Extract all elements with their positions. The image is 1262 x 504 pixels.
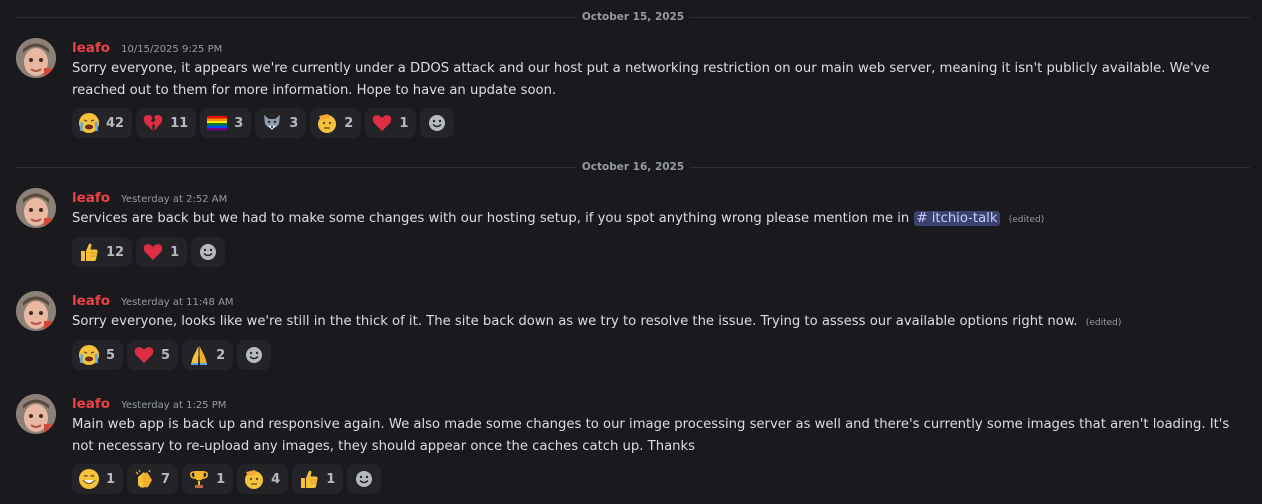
- author-name[interactable]: leafo: [72, 293, 110, 309]
- reaction-count: 5: [161, 347, 171, 363]
- avatar[interactable]: [16, 188, 56, 228]
- message-text: Sorry everyone, it appears we're current…: [72, 58, 1250, 102]
- reaction-count: 12: [106, 244, 125, 260]
- reaction-count: 3: [234, 115, 244, 131]
- add-reaction-button[interactable]: [420, 108, 455, 138]
- reaction-button[interactable]: 1: [365, 108, 417, 138]
- red-heart-icon: [143, 244, 163, 260]
- message-text: Main web app is back up and responsive a…: [72, 414, 1250, 458]
- avatar[interactable]: [16, 291, 56, 331]
- date-divider: October 15, 2025: [16, 10, 1250, 24]
- reaction-count: 1: [399, 115, 409, 131]
- saluting-face-icon: [245, 470, 264, 489]
- reaction-button[interactable]: 3: [255, 108, 307, 138]
- timestamp[interactable]: Yesterday at 1:25 PM: [121, 400, 226, 411]
- loudly-crying-face-icon: [79, 113, 99, 133]
- reaction-button[interactable]: 2: [310, 108, 362, 138]
- loudly-crying-face-icon: [79, 345, 99, 365]
- reaction-button[interactable]: 4: [237, 464, 289, 494]
- reaction-count: 2: [344, 115, 354, 131]
- add-reaction-button[interactable]: [347, 464, 382, 494]
- date-divider-label: October 15, 2025: [575, 10, 691, 24]
- timestamp[interactable]: Yesterday at 2:52 AM: [121, 194, 227, 205]
- channel-mention[interactable]: # itchio-talk: [913, 211, 1001, 226]
- red-heart-icon: [373, 115, 392, 131]
- reaction-button[interactable]: 1: [136, 237, 188, 267]
- avatar[interactable]: [16, 38, 56, 78]
- author-name[interactable]: leafo: [72, 40, 110, 56]
- reactions: 1 7 1 4 1: [72, 464, 1250, 494]
- reaction-count: 2: [216, 347, 226, 363]
- red-heart-icon: [134, 347, 154, 363]
- saluting-face-icon: [318, 114, 337, 133]
- author-name[interactable]: leafo: [72, 190, 110, 206]
- smiley-add-icon: [429, 115, 446, 131]
- smiley-add-icon: [246, 347, 263, 363]
- reactions: 12 1: [72, 237, 1250, 267]
- reaction-button[interactable]: 5: [72, 340, 124, 370]
- reaction-count: 5: [106, 347, 116, 363]
- reaction-button[interactable]: 3: [200, 108, 252, 138]
- reaction-button[interactable]: 11: [136, 108, 197, 138]
- message-body: Main web app is back up and responsive a…: [72, 417, 1230, 454]
- folded-hands-icon: [191, 346, 208, 365]
- reaction-count: 4: [271, 471, 281, 487]
- author-name[interactable]: leafo: [72, 396, 110, 412]
- reaction-button[interactable]: 1: [182, 464, 234, 494]
- reaction-count: 42: [106, 115, 125, 131]
- broken-heart-icon: [143, 115, 163, 131]
- clapping-hands-icon: [135, 469, 153, 488]
- reaction-button[interactable]: 7: [127, 464, 179, 494]
- avatar[interactable]: [16, 394, 56, 434]
- message-text: Services are back but we had to make som…: [72, 208, 1250, 231]
- smiley-add-icon: [356, 471, 373, 487]
- trophy-icon: [190, 471, 209, 488]
- reaction-button[interactable]: 2: [182, 340, 234, 370]
- reaction-button[interactable]: 1: [292, 464, 344, 494]
- thumbs-up-icon: [301, 470, 318, 488]
- reactions: 5 5 2: [72, 340, 1250, 370]
- reaction-count: 1: [326, 471, 336, 487]
- edited-label: (edited): [1008, 215, 1045, 225]
- reaction-count: 3: [289, 115, 299, 131]
- reaction-count: 7: [161, 471, 171, 487]
- reaction-count: 11: [170, 115, 189, 131]
- message-body: Sorry everyone, it appears we're current…: [72, 61, 1210, 98]
- reaction-button[interactable]: 5: [127, 340, 179, 370]
- reaction-count: 1: [170, 244, 180, 260]
- date-divider: October 16, 2025: [16, 160, 1250, 174]
- message-text: Sorry everyone, looks like we're still i…: [72, 311, 1250, 334]
- timestamp[interactable]: 10/15/2025 9:25 PM: [121, 44, 222, 55]
- smiley-add-icon: [200, 244, 217, 260]
- reaction-button[interactable]: 1: [72, 464, 124, 494]
- thumbs-up-icon: [81, 243, 98, 261]
- reaction-count: 1: [106, 471, 116, 487]
- reaction-button[interactable]: 42: [72, 108, 133, 138]
- message-body: Services are back but we had to make som…: [72, 211, 910, 226]
- rainbow-flag-icon: [207, 116, 228, 131]
- reaction-count: 1: [216, 471, 226, 487]
- grinning-face-icon: [79, 469, 99, 489]
- reactions: 42 11 3 3 2 1: [72, 108, 1250, 138]
- edited-label: (edited): [1085, 318, 1122, 328]
- wolf-icon: [264, 115, 281, 130]
- date-divider-label: October 16, 2025: [575, 160, 691, 174]
- add-reaction-button[interactable]: [237, 340, 272, 370]
- message-body: Sorry everyone, looks like we're still i…: [72, 314, 1078, 329]
- add-reaction-button[interactable]: [191, 237, 226, 267]
- chat-log: October 15, 2025 leafo 10/15/2025 9:25 P…: [0, 0, 1262, 504]
- reaction-button[interactable]: 12: [72, 237, 133, 267]
- timestamp[interactable]: Yesterday at 11:48 AM: [121, 297, 233, 308]
